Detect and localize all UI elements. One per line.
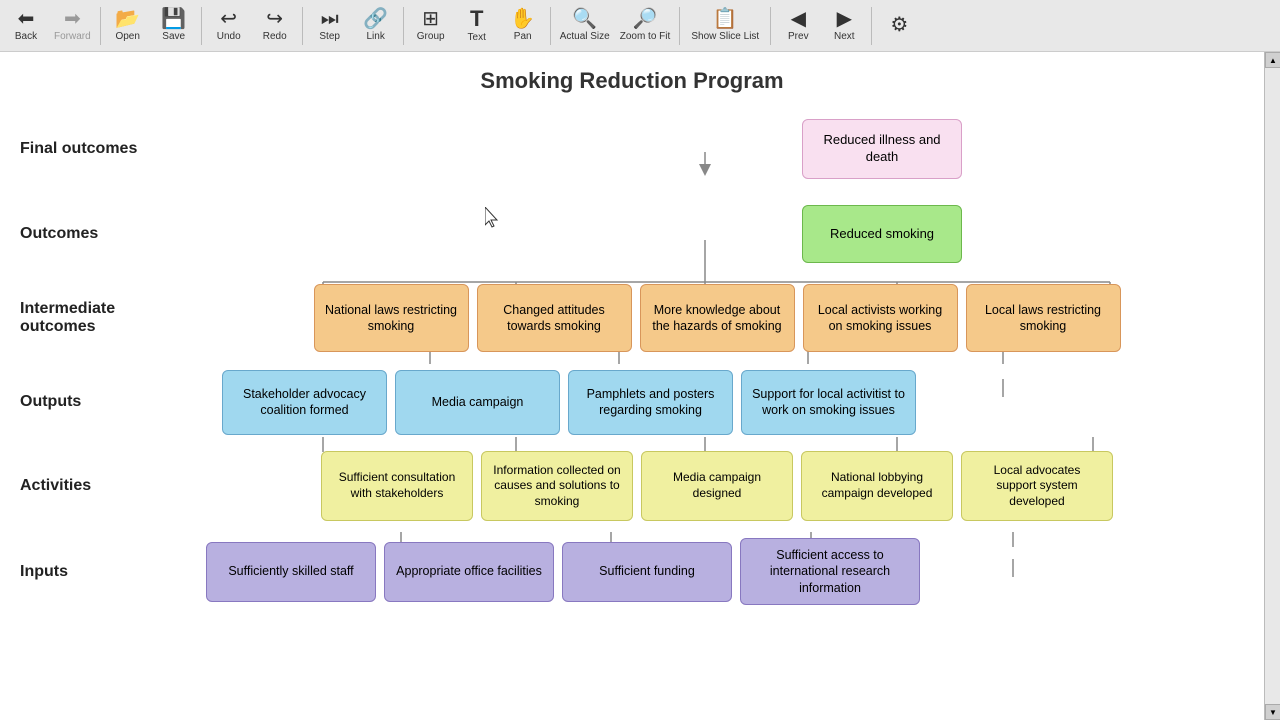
row-outputs: Outputs Stakeholder advocacy coalition f… — [20, 366, 1244, 438]
outcomes-label: Outcomes — [20, 225, 190, 243]
box-media-campaign[interactable]: Media campaign — [395, 370, 560, 435]
activities-content: Sufficient consultation with stakeholder… — [190, 451, 1244, 521]
scrollbar-right[interactable]: ▲ ▼ — [1264, 52, 1280, 720]
link-button[interactable]: 🔗Link — [354, 3, 398, 49]
outcomes-content: Reduced smoking — [520, 205, 1244, 263]
box-national-lobbying[interactable]: National lobbying campaign developed — [801, 451, 953, 521]
row-final-outcomes: Final outcomes Reduced illness and death — [20, 108, 1244, 190]
forward-button[interactable]: ➡Forward — [50, 3, 95, 49]
redo-button[interactable]: ↪Redo — [253, 3, 297, 49]
box-research-access[interactable]: Sufficient access to international resea… — [740, 538, 920, 605]
prev-button[interactable]: ◀Prev — [776, 3, 820, 49]
scroll-down-button[interactable]: ▼ — [1265, 704, 1280, 720]
intermediate-label: Intermediateoutcomes — [20, 300, 190, 336]
settings-button[interactable]: ⚙ — [877, 3, 921, 49]
text-button[interactable]: TText — [455, 3, 499, 49]
box-local-laws[interactable]: Local laws restricting smoking — [966, 284, 1121, 352]
main-area: Smoking Reduction Program — [0, 52, 1280, 720]
save-button[interactable]: 💾Save — [152, 3, 196, 49]
row-activities: Activities Sufficient consultation with … — [20, 446, 1244, 526]
back-button[interactable]: ⬅Back — [4, 3, 48, 49]
box-info-collected[interactable]: Information collected on causes and solu… — [481, 451, 633, 521]
canvas[interactable]: Smoking Reduction Program — [0, 52, 1264, 720]
box-skilled-staff[interactable]: Sufficiently skilled staff — [206, 542, 376, 602]
box-office-facilities[interactable]: Appropriate office facilities — [384, 542, 554, 602]
pan-button[interactable]: ✋Pan — [501, 3, 545, 49]
box-support-local[interactable]: Support for local activitist to work on … — [741, 370, 916, 435]
final-outcomes-label: Final outcomes — [20, 140, 190, 158]
toolbar: ⬅Back ➡Forward 📂Open 💾Save ↩Undo ↪Redo ⏭… — [0, 0, 1280, 52]
box-more-knowledge[interactable]: More knowledge about the hazards of smok… — [640, 284, 795, 352]
diagram: Smoking Reduction Program — [0, 52, 1264, 720]
open-button[interactable]: 📂Open — [106, 3, 150, 49]
box-pamphlets-posters[interactable]: Pamphlets and posters regarding smoking — [568, 370, 733, 435]
undo-button[interactable]: ↩Undo — [207, 3, 251, 49]
row-outcomes: Outcomes Reduced smoking — [20, 198, 1244, 270]
activities-label: Activities — [20, 477, 190, 495]
final-outcomes-content: Reduced illness and death — [520, 119, 1244, 179]
scroll-up-button[interactable]: ▲ — [1265, 52, 1280, 68]
inputs-content: Sufficiently skilled staff Appropriate o… — [206, 538, 1244, 605]
group-button[interactable]: ⊞Group — [409, 3, 453, 49]
box-local-activists[interactable]: Local activists working on smoking issue… — [803, 284, 958, 352]
box-changed-attitudes[interactable]: Changed attitudes towards smoking — [477, 284, 632, 352]
diagram-title: Smoking Reduction Program — [20, 68, 1244, 94]
box-reduced-smoking[interactable]: Reduced smoking — [802, 205, 962, 263]
box-national-laws[interactable]: National laws restricting smoking — [314, 284, 469, 352]
row-inputs: Inputs Sufficiently skilled staff Approp… — [20, 534, 1244, 609]
actual-size-button[interactable]: 🔍Actual Size — [556, 3, 614, 49]
next-button[interactable]: ▶Next — [822, 3, 866, 49]
box-stakeholder-consultation[interactable]: Sufficient consultation with stakeholder… — [321, 451, 473, 521]
inputs-label: Inputs — [20, 563, 190, 581]
outputs-content: Stakeholder advocacy coalition formed Me… — [222, 370, 1244, 435]
intermediate-content: National laws restricting smoking Change… — [190, 284, 1244, 352]
zoom-fit-button[interactable]: 🔎Zoom to Fit — [616, 3, 675, 49]
row-intermediate: Intermediateoutcomes National laws restr… — [20, 278, 1244, 358]
box-stakeholder-coalition[interactable]: Stakeholder advocacy coalition formed — [222, 370, 387, 435]
box-media-designed[interactable]: Media campaign designed — [641, 451, 793, 521]
step-button[interactable]: ⏭Step — [308, 3, 352, 49]
show-slice-list-button[interactable]: 📋Show Slice List — [685, 3, 765, 49]
box-sufficient-funding[interactable]: Sufficient funding — [562, 542, 732, 602]
box-reduced-illness[interactable]: Reduced illness and death — [802, 119, 962, 179]
box-local-advocates[interactable]: Local advocates support system developed — [961, 451, 1113, 521]
scroll-track[interactable] — [1265, 68, 1280, 704]
outputs-label: Outputs — [20, 393, 190, 411]
